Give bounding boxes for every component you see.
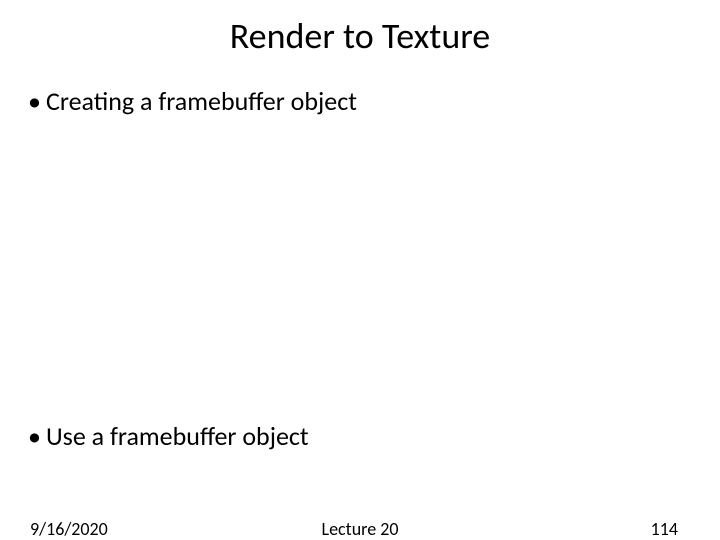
slide: Render to Texture •Creating a framebuffe…	[0, 0, 720, 540]
bullet-item: •Creating a framebuffer object	[28, 86, 357, 117]
bullet-dot-icon: •	[28, 86, 46, 117]
footer-page-number: 114	[651, 518, 678, 540]
footer-center: Lecture 20	[0, 518, 720, 540]
bullet-text: Use a framebuffer object	[46, 420, 309, 452]
bullet-item: •Use a framebuffer object	[28, 421, 309, 452]
bullet-dot-icon: •	[28, 421, 46, 452]
bullet-text: Creating a framebuffer object	[46, 85, 357, 117]
slide-title: Render to Texture	[0, 14, 720, 58]
